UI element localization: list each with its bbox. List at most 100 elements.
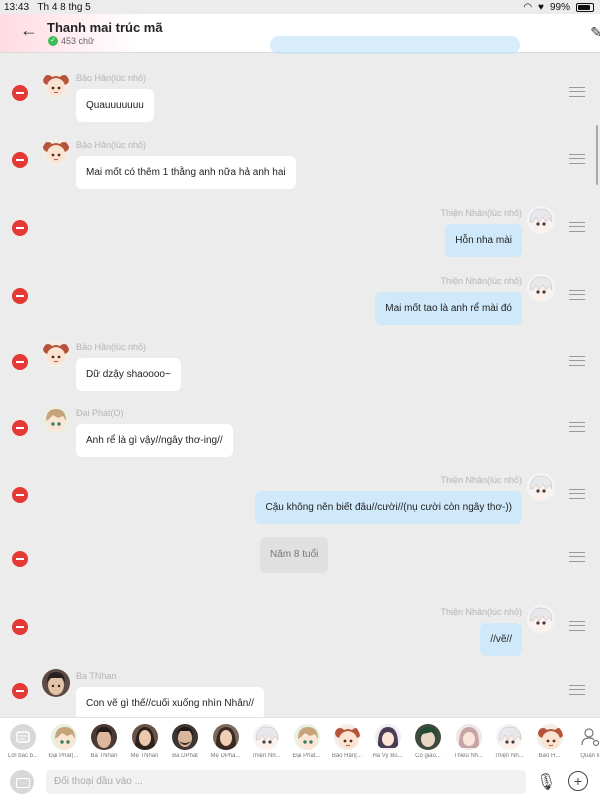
message-row[interactable]: Thiện Nhân(lúc nhỏ) //vẽ// xyxy=(0,603,600,663)
manage-icon xyxy=(577,724,600,750)
character-avatar[interactable] xyxy=(42,340,70,368)
character-avatar[interactable] xyxy=(42,138,70,166)
character-name: Bảo Hân(lúc nhỏ) xyxy=(76,140,147,150)
message-bubble[interactable]: //vẽ// xyxy=(480,623,522,656)
character-chip-label: Mẹ TNhan xyxy=(130,753,159,759)
character-avatar[interactable] xyxy=(527,605,555,633)
character-name: Bảo Hân(lúc nhỏ) xyxy=(76,73,147,83)
character-chip[interactable]: Bảo H... xyxy=(530,724,570,759)
character-chip-label: Bảo H... xyxy=(538,753,561,759)
character-avatar[interactable] xyxy=(527,274,555,302)
message-row[interactable]: Năm 8 tuổi xyxy=(0,537,600,597)
back-arrow-icon[interactable]: ← xyxy=(20,20,38,41)
character-avatar xyxy=(91,724,117,750)
character-chip[interactable]: Lời bắc b... xyxy=(3,724,43,759)
character-chip[interactable]: Đại Phát... xyxy=(287,724,327,759)
character-chip[interactable]: Thiện Nh... xyxy=(246,724,286,759)
character-chip-label: Thiện Nh... xyxy=(494,753,524,759)
character-chip-label: Quản lí xyxy=(580,753,600,759)
delete-message-icon[interactable] xyxy=(12,487,28,503)
message-row[interactable]: Bảo Hân(lúc nhỏ) Dữ dzậy shaoooo~ xyxy=(0,338,600,398)
character-name: Thiện Nhân(lúc nhỏ) xyxy=(440,607,522,617)
character-chip[interactable]: Mẹ TNhan xyxy=(125,724,165,759)
delete-message-icon[interactable] xyxy=(12,288,28,304)
character-chip[interactable]: Thiện Nh... xyxy=(489,724,529,759)
message-row[interactable]: Thiện Nhân(lúc nhỏ) Hỗn nha mài xyxy=(0,204,600,264)
message-bubble[interactable]: Hỗn nha mài xyxy=(445,224,522,257)
character-chip[interactable]: Hà Vy Bù... xyxy=(368,724,408,759)
character-avatar xyxy=(455,724,482,750)
manage-characters-button[interactable]: Quản lí xyxy=(570,724,600,759)
microphone-icon[interactable]: 🎙 xyxy=(536,772,556,792)
message-list[interactable]: Bảo Hân(lúc nhỏ) Quauuuuuuu Bảo Hân(lúc nh… xyxy=(0,53,600,720)
message-bubble[interactable]: Dữ dzậy shaoooo~ xyxy=(76,358,181,391)
character-avatar xyxy=(334,724,360,750)
character-chip[interactable]: Ba DPhat xyxy=(165,724,205,759)
character-name: Đại Phát(O) xyxy=(76,408,124,418)
drag-handle-icon[interactable] xyxy=(569,290,585,300)
status-bar: 13:43 Th 4 8 thg 5 ◠ ♥ 99% xyxy=(0,0,600,14)
message-row[interactable]: Bảo Hân(lúc nhỏ) Quauuuuuuu xyxy=(0,69,600,129)
message-row[interactable]: Thiện Nhân(lúc nhỏ) Mai mốt tao là anh rể… xyxy=(0,272,600,332)
message-row[interactable]: Đại Phát(O) Anh rể là gì vậy//ngây thơ-in… xyxy=(0,404,600,464)
drag-handle-icon[interactable] xyxy=(569,489,585,499)
chat-mode-icon[interactable] xyxy=(10,770,34,794)
delete-message-icon[interactable] xyxy=(12,152,28,168)
character-avatar xyxy=(50,724,77,750)
character-chip-label: Cô giáo... xyxy=(415,753,441,759)
character-chip[interactable]: Cô giáo... xyxy=(408,724,448,759)
dialogue-input[interactable]: Đối thoại đầu vào ... xyxy=(46,770,526,794)
delete-message-icon[interactable] xyxy=(12,420,28,436)
character-avatar[interactable] xyxy=(527,473,555,501)
drag-handle-icon[interactable] xyxy=(569,621,585,631)
character-chip-label: Thiều Nh... xyxy=(453,753,484,759)
add-icon[interactable]: + xyxy=(568,771,588,791)
character-name: Ba TNhan xyxy=(76,671,117,681)
character-chip-label: Mẹ DPha... xyxy=(210,753,241,759)
drag-handle-icon[interactable] xyxy=(569,356,585,366)
narration-icon xyxy=(10,724,36,750)
character-avatar[interactable] xyxy=(42,71,70,99)
scrollbar[interactable] xyxy=(596,125,598,185)
character-chip[interactable]: Đại Phát(... xyxy=(44,724,84,759)
page-title: Thanh mai trúc mã xyxy=(47,20,163,35)
character-avatar xyxy=(536,724,563,750)
drag-handle-icon[interactable] xyxy=(569,422,585,432)
character-chip-label: Lời bắc b... xyxy=(8,753,38,759)
character-avatar xyxy=(374,724,401,750)
message-row[interactable]: Thiện Nhân(lúc nhỏ) Cậu không nên biết đâ… xyxy=(0,471,600,531)
delete-message-icon[interactable] xyxy=(12,683,28,699)
character-avatar[interactable] xyxy=(527,206,555,234)
edit-icon[interactable]: ✎ xyxy=(590,24,600,41)
drag-handle-icon[interactable] xyxy=(569,552,585,562)
delete-message-icon[interactable] xyxy=(12,619,28,635)
message-bubble[interactable]: Năm 8 tuổi xyxy=(260,537,329,573)
delete-message-icon[interactable] xyxy=(12,354,28,370)
message-bubble[interactable]: Quauuuuuuu xyxy=(76,89,154,122)
character-chip[interactable]: Mẹ DPha... xyxy=(206,724,246,759)
character-avatar[interactable] xyxy=(42,669,70,697)
heart-icon: ♥ xyxy=(538,2,544,13)
message-row[interactable]: Bảo Hân(lúc nhỏ) Mai mốt có thêm 1 thằng … xyxy=(0,136,600,196)
battery-icon xyxy=(576,3,594,12)
delete-message-icon[interactable] xyxy=(12,220,28,236)
character-chip[interactable]: Bảo Hân(... xyxy=(327,724,367,759)
drag-handle-icon[interactable] xyxy=(569,222,585,232)
character-chip-label: Ba DPhat xyxy=(172,753,198,759)
character-avatar[interactable] xyxy=(42,406,70,434)
message-bubble[interactable]: Mai mốt có thêm 1 thằng anh nữa hả anh h… xyxy=(76,156,296,189)
drag-handle-icon[interactable] xyxy=(569,685,585,695)
message-bubble[interactable]: Mai mốt tao là anh rể mài đó xyxy=(375,292,522,325)
character-chip[interactable]: Thiều Nh... xyxy=(449,724,489,759)
character-chip-label: Bảo Hân(... xyxy=(331,753,363,759)
character-chip[interactable]: Ba TNhan xyxy=(84,724,124,759)
delete-message-icon[interactable] xyxy=(12,85,28,101)
drag-handle-icon[interactable] xyxy=(569,87,585,97)
character-bar[interactable]: Lời bắc b... Đại Phát(... Ba TNhan Mẹ TNhan… xyxy=(0,717,600,766)
message-bubble[interactable]: Anh rể là gì vậy//ngây thơ-ing// xyxy=(76,424,233,457)
delete-message-icon[interactable] xyxy=(12,551,28,567)
drag-handle-icon[interactable] xyxy=(569,154,585,164)
message-bubble[interactable]: Cậu không nên biết đâu//cười//(nụ cười c… xyxy=(255,491,522,524)
character-name: Bảo Hân(lúc nhỏ) xyxy=(76,342,147,352)
message-bubble[interactable]: Con vẽ gì thế//cuối xuống nhìn Nhân// xyxy=(76,687,264,720)
